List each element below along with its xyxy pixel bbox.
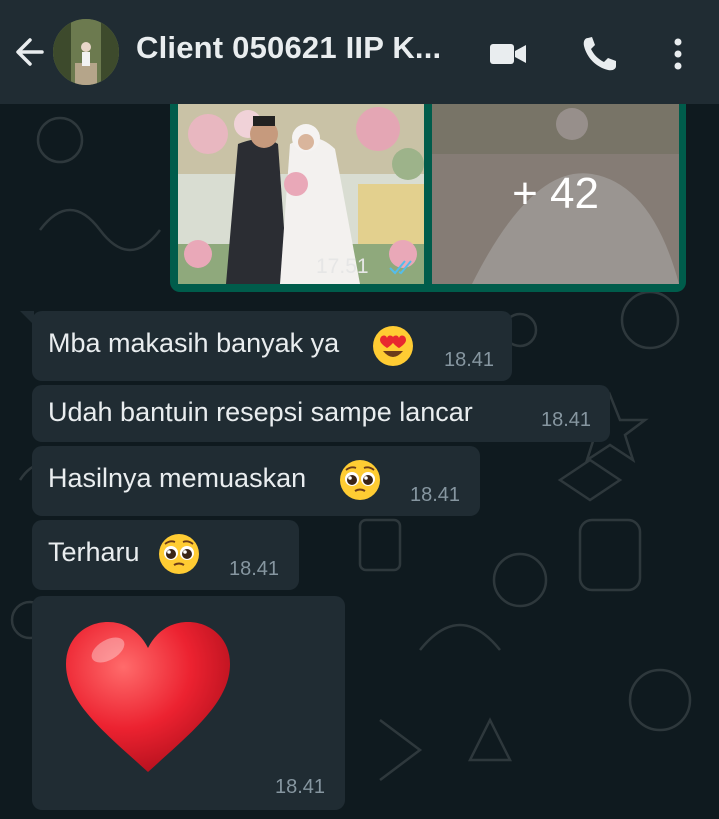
media-timestamp: 17.51 [316,255,369,278]
message-text: Udah bantuin resepsi sampe lancar [48,397,473,427]
message-bubble[interactable]: Udah bantuin resepsi sampe lancar 18.41 [32,385,610,442]
message-time: 18.41 [444,349,495,371]
voice-call-icon[interactable] [580,34,620,74]
red-heart-emoji [66,622,230,772]
message-text: Mba makasih banyak ya [48,328,340,358]
message-bubble[interactable]: Terharu 18.41 [32,520,299,590]
more-options-icon[interactable] [658,34,698,74]
wedding-photo-thumbnail[interactable] [178,104,424,284]
back-arrow-icon[interactable] [12,34,48,70]
heart-eyes-emoji [373,326,413,366]
video-call-icon[interactable] [488,34,528,74]
message-text: Terharu [48,537,140,567]
message-bubble[interactable]: Hasilnya memuaskan 18.41 [32,446,480,516]
chat-header: Client 050621 IIP K... [0,0,719,104]
pleading-face-emoji [159,534,199,574]
more-media-overlay[interactable]: + 42 [432,104,679,284]
contact-name[interactable]: Client 050621 IIP K... [136,30,441,66]
read-receipt-icon [389,260,412,275]
message-time: 18.41 [275,776,326,798]
message-bubble[interactable]: Mba makasih banyak ya 18.41 [32,311,512,381]
message-text: Hasilnya memuaskan [48,463,307,493]
avatar[interactable] [53,19,119,85]
message-bubble[interactable]: 18.41 [32,596,345,810]
message-time: 18.41 [229,558,280,580]
message-time: 18.41 [541,409,592,431]
message-time: 18.41 [410,484,461,506]
pleading-face-emoji [340,460,380,500]
